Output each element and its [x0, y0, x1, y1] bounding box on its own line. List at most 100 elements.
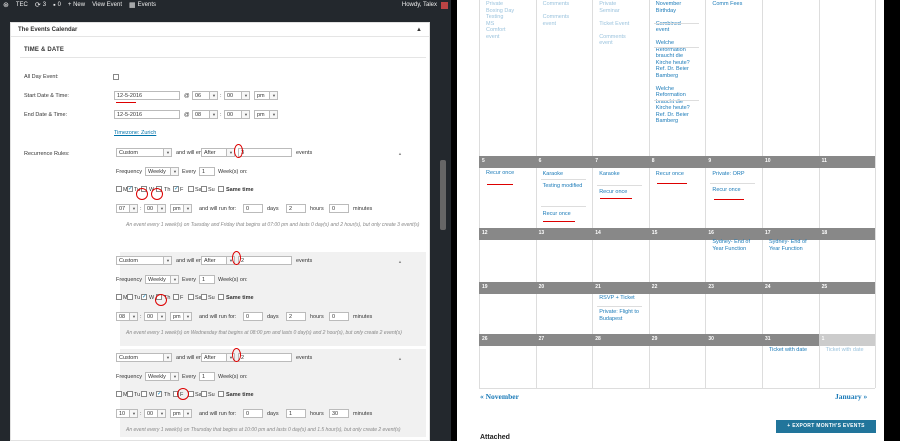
- calendar-event[interactable]: Karaoke: [599, 171, 645, 178]
- end-hour-select[interactable]: 08 ▼: [192, 110, 218, 119]
- day-checkbox-f[interactable]: [173, 294, 179, 300]
- run-hours-input[interactable]: 1: [286, 409, 306, 418]
- rule-count-input[interactable]: 2: [238, 256, 292, 265]
- timezone-link[interactable]: Timezone: Zurich: [114, 130, 156, 136]
- calendar-event[interactable]: Private: Flight to Budapest: [599, 309, 645, 322]
- day-checkbox-sa[interactable]: [188, 186, 194, 192]
- rule-count-input[interactable]: 3: [238, 148, 292, 157]
- wp-logo-icon[interactable]: ⊛: [3, 2, 9, 9]
- same-time-checkbox[interactable]: [218, 391, 224, 397]
- rule-type-select[interactable]: Custom ▼: [116, 256, 172, 265]
- end-date-input[interactable]: 12-5-2016: [114, 110, 180, 119]
- calendar-event[interactable]: Recur once: [599, 189, 645, 196]
- rule-count-input[interactable]: 2: [238, 353, 292, 362]
- day-checkbox-tu[interactable]: [127, 185, 133, 192]
- every-input[interactable]: 1: [199, 275, 215, 284]
- rule-end-select[interactable]: After ▼: [201, 148, 235, 157]
- rule-type-select[interactable]: Custom ▼: [116, 353, 172, 362]
- calendar-event[interactable]: Recur once: [486, 170, 532, 177]
- run-days-input[interactable]: 0: [243, 409, 263, 418]
- day-checkbox-m[interactable]: [116, 294, 122, 300]
- prev-month-link[interactable]: « November: [480, 392, 519, 401]
- calendar-event-line[interactable]: Bamberg: [656, 73, 704, 80]
- run-minutes-input[interactable]: 0: [329, 312, 349, 321]
- frequency-select[interactable]: Weekly ▼: [145, 167, 179, 176]
- day-checkbox-th[interactable]: [156, 390, 162, 397]
- day-checkbox-su[interactable]: [201, 186, 207, 192]
- collapse-rule-icon[interactable]: ▲: [398, 151, 402, 156]
- calendar-event-line[interactable]: event: [656, 27, 704, 34]
- rule-end-select[interactable]: After ▼: [201, 353, 235, 362]
- same-time-checkbox[interactable]: [218, 294, 224, 300]
- calendar-event-line[interactable]: Bamberg: [656, 118, 704, 125]
- calendar-event-line[interactable]: Birthday: [656, 8, 704, 15]
- start-min-select[interactable]: 00 ▼: [224, 91, 250, 100]
- day-checkbox-w[interactable]: [141, 293, 147, 300]
- run-hours-input[interactable]: 2: [286, 204, 306, 213]
- calendar-event[interactable]: Recur once: [712, 187, 758, 194]
- day-checkbox-w[interactable]: [141, 391, 147, 397]
- calendar-event[interactable]: Sydney- End of Year Function: [712, 239, 758, 252]
- calendar-event-line[interactable]: event: [599, 40, 647, 47]
- calendar-event-line[interactable]: Comments: [543, 1, 591, 8]
- site-name-link[interactable]: TEC: [16, 2, 28, 8]
- rule-ampm-select[interactable]: pm ▼: [170, 409, 192, 418]
- run-days-input[interactable]: 0: [243, 204, 263, 213]
- frequency-select[interactable]: Weekly ▼: [145, 275, 179, 284]
- events-menu-link[interactable]: ▦ Events: [129, 2, 156, 9]
- rule-min-select[interactable]: 00 ▼: [144, 204, 166, 213]
- run-days-input[interactable]: 0: [243, 312, 263, 321]
- calendar-event[interactable]: RSVP + Ticket: [599, 295, 645, 302]
- calendar-event-line[interactable]: Ticket Event: [599, 21, 647, 28]
- howdy-menu[interactable]: Howdy, Talex: [402, 1, 448, 9]
- next-month-link[interactable]: January »: [835, 392, 867, 401]
- every-input[interactable]: 1: [199, 372, 215, 381]
- rule-end-select[interactable]: After ▼: [201, 256, 235, 265]
- rule-type-select[interactable]: Custom ▼: [116, 148, 172, 157]
- same-time-checkbox[interactable]: [218, 186, 224, 192]
- day-checkbox-m[interactable]: [116, 186, 122, 192]
- rule-hour-select[interactable]: 07 ▼: [116, 204, 138, 213]
- day-checkbox-m[interactable]: [116, 391, 122, 397]
- day-checkbox-tu[interactable]: [127, 294, 133, 300]
- day-checkbox-f[interactable]: [173, 185, 179, 192]
- day-checkbox-su[interactable]: [201, 391, 207, 397]
- calendar-event[interactable]: Recur once: [543, 211, 589, 218]
- calendar-event-line[interactable]: Seminar: [599, 8, 647, 15]
- rule-hour-select[interactable]: 10 ▼: [116, 409, 138, 418]
- scrollbar[interactable]: [440, 160, 446, 230]
- run-minutes-input[interactable]: 0: [329, 204, 349, 213]
- updates-link[interactable]: ⟳ 3: [35, 2, 46, 9]
- calendar-event-line[interactable]: Comm Fees: [712, 1, 760, 8]
- new-link[interactable]: + New: [68, 2, 85, 8]
- all-day-checkbox[interactable]: [113, 74, 119, 80]
- calendar-event[interactable]: Karaoke: [543, 171, 589, 178]
- comments-link[interactable]: ▪ 0: [53, 2, 61, 9]
- day-checkbox-tu[interactable]: [127, 391, 133, 397]
- frequency-select[interactable]: Weekly ▼: [145, 372, 179, 381]
- run-minutes-input[interactable]: 30: [329, 409, 349, 418]
- run-hours-input[interactable]: 2: [286, 312, 306, 321]
- start-date-input[interactable]: 12-5-2016: [114, 91, 180, 100]
- calendar-event-line[interactable]: event: [486, 34, 534, 41]
- calendar-event[interactable]: Ticket with date: [769, 347, 815, 354]
- start-hour-select[interactable]: 06 ▼: [192, 91, 218, 100]
- day-checkbox-sa[interactable]: [188, 294, 194, 300]
- view-event-link[interactable]: View Event: [92, 2, 122, 8]
- rule-min-select[interactable]: 00 ▼: [144, 409, 166, 418]
- collapse-rule-icon[interactable]: ▲: [398, 356, 402, 361]
- every-input[interactable]: 1: [199, 167, 215, 176]
- end-ampm-select[interactable]: pm ▼: [254, 110, 278, 119]
- calendar-event[interactable]: Ticket with date: [826, 347, 872, 354]
- calendar-event[interactable]: Private: ORP: [712, 171, 758, 178]
- rule-hour-select[interactable]: 08 ▼: [116, 312, 138, 321]
- day-checkbox-su[interactable]: [201, 294, 207, 300]
- rule-ampm-select[interactable]: pm ▼: [170, 204, 192, 213]
- calendar-event[interactable]: Sydney- End of Year Function: [769, 239, 815, 252]
- rule-ampm-select[interactable]: pm ▼: [170, 312, 192, 321]
- calendar-event[interactable]: Recur once: [656, 171, 702, 178]
- rule-min-select[interactable]: 00 ▼: [144, 312, 166, 321]
- export-events-button[interactable]: + EXPORT MONTH'S EVENTS: [776, 420, 876, 433]
- calendar-event-line[interactable]: event: [543, 21, 591, 28]
- start-ampm-select[interactable]: pm ▼: [254, 91, 278, 100]
